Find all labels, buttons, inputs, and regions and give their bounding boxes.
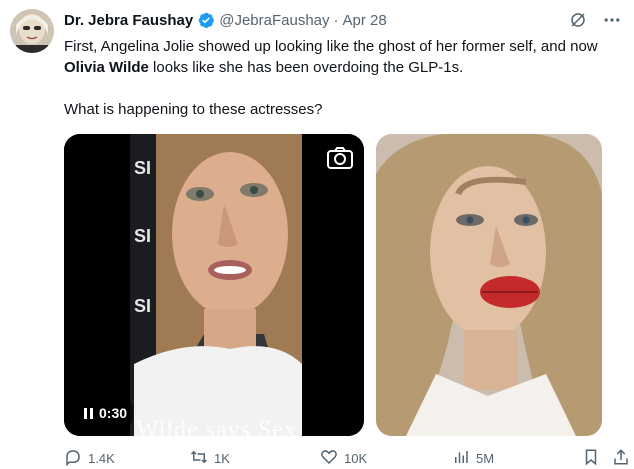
repost-count: 1K (214, 450, 230, 466)
tweet-text: First, Angelina Jolie showed up looking … (64, 36, 624, 120)
views-icon (452, 448, 470, 469)
photo-portrait (376, 134, 602, 436)
reply-count: 1.4K (88, 450, 115, 466)
share-icon (612, 448, 630, 469)
author-name[interactable]: Dr. Jebra Faushay (64, 12, 193, 29)
pause-icon[interactable] (84, 407, 93, 419)
grok-icon[interactable] (568, 10, 588, 30)
like-button[interactable]: 10K (320, 448, 367, 469)
bookmark-button[interactable] (582, 448, 600, 469)
video-frame-image: SI SI SI (64, 134, 364, 436)
reply-button[interactable]: 1.4K (64, 448, 115, 469)
video-time-badge[interactable]: 0:30 (78, 402, 134, 424)
reply-icon (64, 448, 82, 469)
bookmark-icon (582, 448, 600, 469)
views-count: 5M (476, 450, 495, 466)
video-caption: Wilde says Sex (136, 417, 298, 436)
tweet-actions: 1.4K 1K 10K 5M (64, 448, 628, 469)
photo-image[interactable] (376, 134, 602, 436)
tweet-text-bold: Olivia Wilde (64, 59, 149, 76)
svg-text:SI: SI (134, 158, 151, 178)
video-player[interactable]: SI SI SI 0:30 Wilde says Sex (64, 134, 364, 436)
views-button[interactable]: 5M (452, 448, 494, 469)
avatar[interactable] (10, 9, 54, 53)
repost-icon (190, 448, 208, 469)
verified-badge-icon[interactable] (197, 11, 215, 29)
video-time: 0:30 (99, 405, 128, 421)
tweet-text-part2: looks like she has been overdoing the GL… (148, 59, 464, 76)
like-icon (320, 448, 338, 469)
share-button[interactable] (612, 448, 630, 469)
camera-icon[interactable] (326, 146, 354, 170)
repost-button[interactable]: 1K (190, 448, 230, 469)
svg-text:SI: SI (134, 296, 151, 316)
svg-text:SI: SI (134, 226, 151, 246)
tweet-header: Dr. Jebra Faushay @JebraFaushay · Apr 28 (64, 10, 387, 30)
more-icon[interactable] (602, 10, 622, 30)
like-count: 10K (344, 450, 368, 466)
tweet-media: SI SI SI 0:30 Wilde says Sex (64, 134, 602, 436)
separator-dot: · (333, 11, 339, 29)
tweet-date[interactable]: Apr 28 (343, 12, 387, 29)
tweet-top-actions (568, 10, 622, 30)
tweet-text-part1: First, Angelina Jolie showed up looking … (64, 38, 598, 55)
tweet-text-question: What is happening to these actresses? (64, 101, 323, 118)
author-handle[interactable]: @JebraFaushay (219, 12, 329, 29)
